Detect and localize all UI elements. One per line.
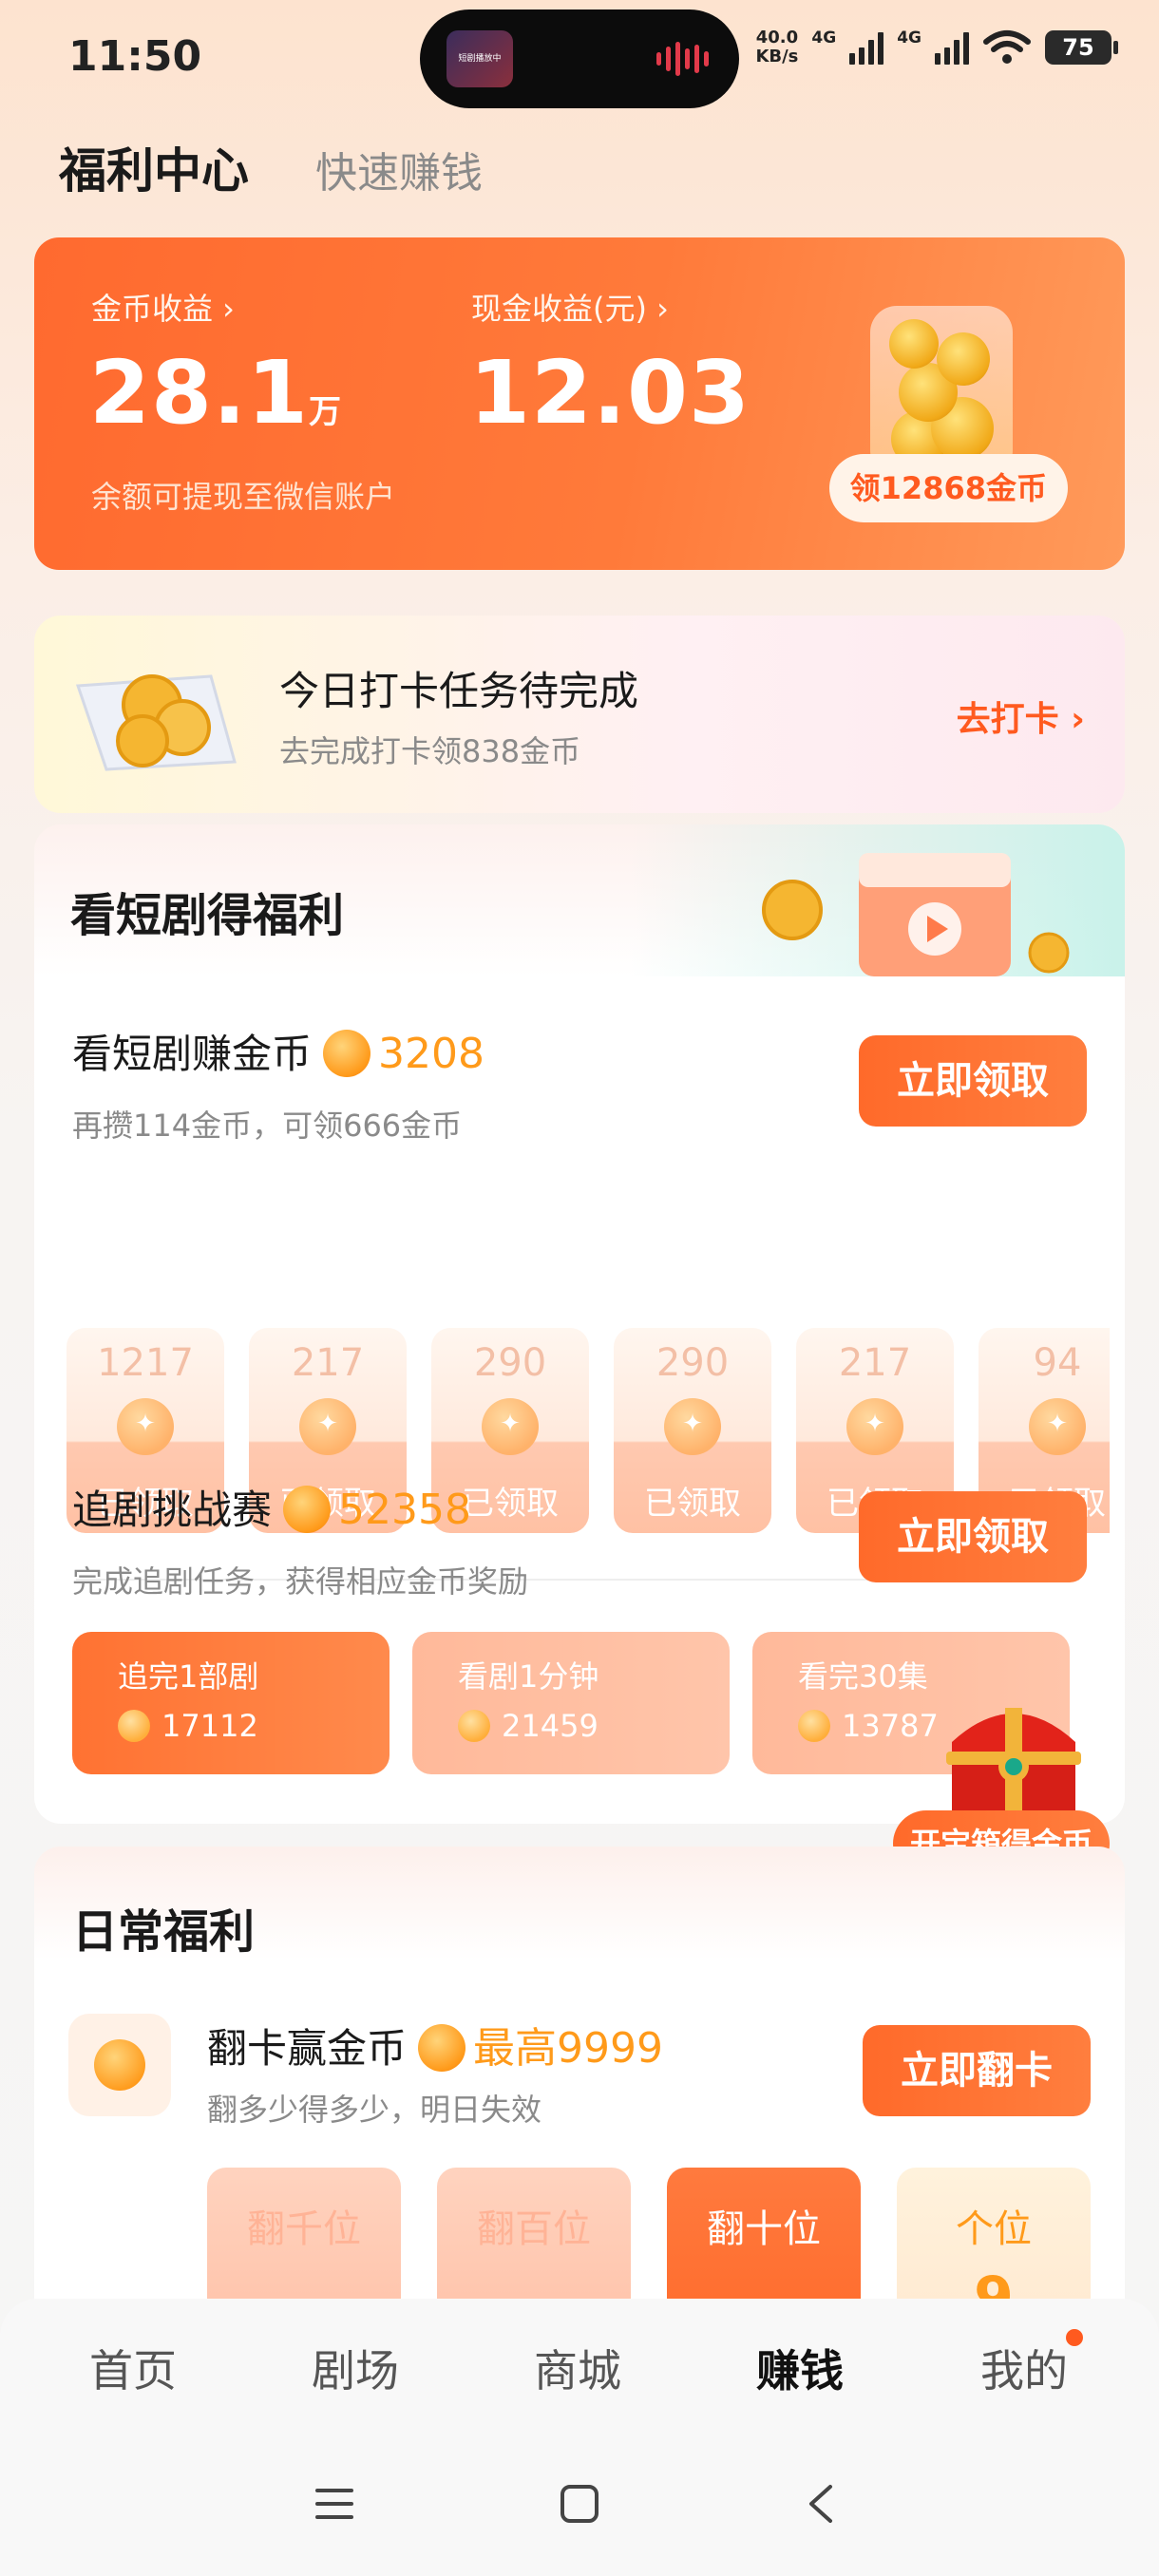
flip-title: 翻卡赢金币 最高9999 <box>207 2024 663 2073</box>
coin-icon <box>323 1030 371 1077</box>
checkin-title: 今日打卡任务待完成 <box>279 668 639 714</box>
daily-welfare-section: 日常福利 翻卡赢金币 最高9999 翻多少得多少，明日失效 立即翻卡 翻千位 翻百… <box>34 1847 1125 2358</box>
coin-stack-icon <box>75 674 237 771</box>
nav-earn[interactable]: 赚钱 <box>756 2337 844 2399</box>
menu-icon[interactable] <box>314 2485 355 2523</box>
earnings-card: 金币收益 › 28.1万 现金收益(元) › 12.03 余额可提现至微信账户 … <box>34 237 1125 570</box>
challenge-card-watch-minute[interactable]: 看剧1分钟 21459 <box>412 1632 730 1774</box>
coin-earnings-link[interactable]: 金币收益 › <box>91 285 235 329</box>
go-checkin-link[interactable]: 去打卡 › <box>957 691 1085 741</box>
coin-jar-icon <box>870 306 1013 477</box>
flip-subtitle: 翻多少得多少，明日失效 <box>207 2092 542 2128</box>
notification-dot <box>1066 2329 1083 2346</box>
withdraw-note: 余额可提现至微信账户 <box>91 479 396 515</box>
nav-mine[interactable]: 我的 <box>980 2337 1068 2399</box>
bottom-navigation: 首页 剧场 商城 赚钱 我的 <box>0 2299 1159 2576</box>
claim-coins-button[interactable]: 领12868金币 <box>828 454 1068 522</box>
home-square-icon[interactable] <box>559 2483 600 2525</box>
coin-icon <box>283 1486 332 1533</box>
signal-icon-2 <box>935 30 969 65</box>
checkin-card[interactable]: 今日打卡任务待完成 去完成打卡领838金币 去打卡 › <box>34 616 1125 813</box>
dynamic-island[interactable]: 短剧播放中 <box>420 9 739 108</box>
coin-icon <box>846 1398 903 1455</box>
nav-home[interactable]: 首页 <box>89 2337 177 2399</box>
cash-earnings-link[interactable]: 现金收益(元) › <box>471 285 669 329</box>
challenge-card-finish-drama[interactable]: 追完1部剧 17112 <box>72 1632 390 1774</box>
signal-type-1: 4G <box>811 28 837 47</box>
signal-type-2: 4G <box>897 28 922 47</box>
signal-icon <box>849 30 884 65</box>
watch-title: 看短剧赚金币 3208 <box>72 1030 484 1078</box>
audio-wave-icon <box>656 42 709 76</box>
battery-indicator: 75 <box>1045 30 1118 65</box>
flip-card-button[interactable]: 立即翻卡 <box>863 2025 1091 2116</box>
coin-earnings-value: 28.1万 <box>89 342 341 444</box>
drama-tasks-card: 看短剧赚金币3208 再攒114金币，可领666金币 立即领取 1217已领取 … <box>46 976 1110 1812</box>
wifi-icon <box>983 30 1031 64</box>
tab-quick-earn[interactable]: 快速赚钱 <box>315 139 483 199</box>
episode-reward-card: 290已领取 <box>614 1328 771 1533</box>
daily-section-title: 日常福利 <box>72 1905 256 1959</box>
nav-theater[interactable]: 剧场 <box>312 2337 399 2399</box>
flip-coin-icon <box>68 2014 171 2116</box>
coin-icon <box>418 2024 466 2072</box>
tab-welfare-center[interactable]: 福利中心 <box>59 133 249 201</box>
drama-section-title: 看短剧得福利 <box>70 889 345 942</box>
status-time: 11:50 <box>68 32 202 81</box>
coin-icon <box>299 1398 356 1455</box>
treasure-chest-icon[interactable] <box>933 1695 1094 1828</box>
coin-icon <box>1029 1398 1086 1455</box>
nav-mall[interactable]: 商城 <box>534 2337 621 2399</box>
watch-claim-button[interactable]: 立即领取 <box>859 1035 1087 1127</box>
watch-subtitle: 再攒114金币，可领666金币 <box>72 1108 463 1144</box>
drama-welfare-section: 看短剧得福利 看短剧赚金币 3208 再攒114金币，可领666金币 立即领取 1… <box>34 824 1125 1824</box>
challenge-title: 追剧挑战赛 52358 <box>72 1486 471 1534</box>
checkin-subtitle: 去完成打卡领838金币 <box>279 733 581 769</box>
challenge-subtitle: 完成追剧任务，获得相应金币奖励 <box>72 1563 529 1600</box>
now-playing-thumbnail: 短剧播放中 <box>446 30 513 87</box>
net-speed: 40.0 KB/s <box>755 28 799 66</box>
coin-icon <box>482 1398 539 1455</box>
coin-icon <box>664 1398 721 1455</box>
challenge-claim-button[interactable]: 立即领取 <box>859 1491 1087 1582</box>
back-icon[interactable] <box>804 2483 838 2525</box>
coin-icon <box>117 1398 174 1455</box>
cash-earnings-value: 12.03 <box>469 342 751 444</box>
video-clapper-icon <box>762 853 1070 976</box>
status-icons: 40.0 KB/s 4G 4G 75 <box>755 28 1118 66</box>
